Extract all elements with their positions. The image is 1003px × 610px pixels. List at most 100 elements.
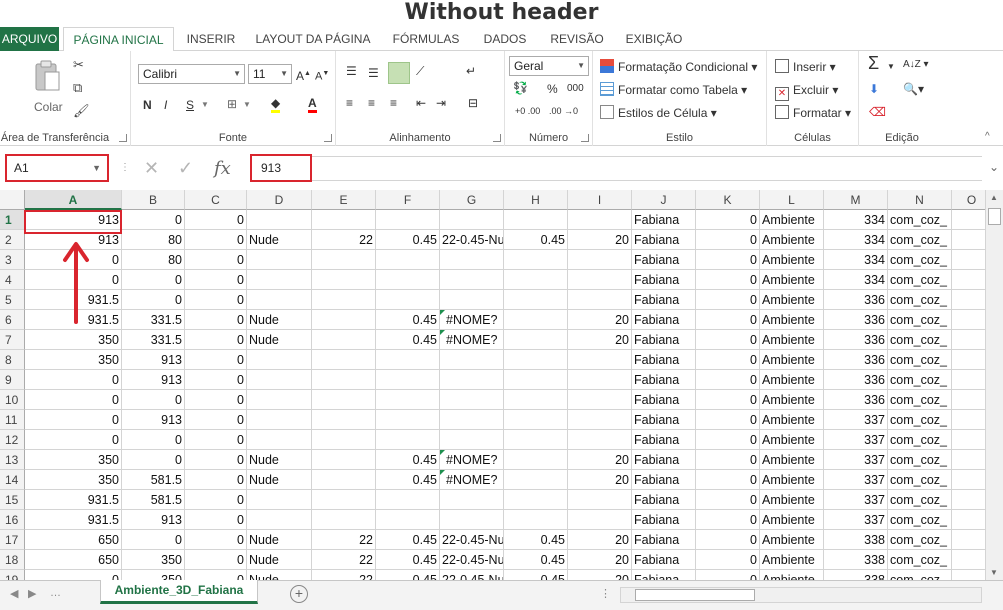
cell-j1[interactable]: Fabiana [632, 210, 696, 230]
format-painter-icon[interactable]: 🖌 [73, 103, 90, 119]
cell-k14[interactable]: 0 [696, 470, 760, 490]
cell-k17[interactable]: 0 [696, 530, 760, 550]
cell-m11[interactable]: 337 [824, 410, 888, 430]
cell-e5[interactable] [312, 290, 376, 310]
cell-n6[interactable]: com_coz_ [888, 310, 952, 330]
cell-o4[interactable] [952, 270, 985, 290]
sheet-tab[interactable]: Ambiente_3D_Fabiana [100, 580, 258, 604]
increase-decimal-icon[interactable]: +0 .00 [515, 103, 540, 119]
cell-l14[interactable]: Ambiente [760, 470, 824, 490]
cell-j11[interactable]: Fabiana [632, 410, 696, 430]
horizontal-scrollbar[interactable] [620, 587, 982, 603]
cell-a9[interactable]: 0 [25, 370, 122, 390]
cell-a19[interactable]: 0 [25, 570, 122, 580]
cell-n7[interactable]: com_coz_ [888, 330, 952, 350]
formula-input-extension[interactable] [312, 156, 982, 181]
cell-l1[interactable]: Ambiente [760, 210, 824, 230]
cell-f3[interactable] [376, 250, 440, 270]
column-header-f[interactable]: F [376, 190, 440, 210]
cell-l9[interactable]: Ambiente [760, 370, 824, 390]
cell-o18[interactable] [952, 550, 985, 570]
cell-a17[interactable]: 650 [25, 530, 122, 550]
cell-o6[interactable] [952, 310, 985, 330]
cell-h18[interactable]: 0.45 [504, 550, 568, 570]
cut-icon[interactable]: ✂ [73, 57, 84, 73]
cell-d14[interactable]: Nude [247, 470, 312, 490]
cell-c16[interactable]: 0 [185, 510, 247, 530]
cell-g18[interactable]: 22-0.45-Nu [440, 550, 504, 570]
cell-c14[interactable]: 0 [185, 470, 247, 490]
cell-c8[interactable]: 0 [185, 350, 247, 370]
vertical-scrollbar[interactable]: ▲ ▼ [985, 190, 1003, 580]
column-header-m[interactable]: M [824, 190, 888, 210]
tab-arquivo[interactable]: ARQUIVO [0, 27, 59, 51]
cell-l7[interactable]: Ambiente [760, 330, 824, 350]
row-header[interactable]: 6 [0, 310, 25, 330]
cell-e10[interactable] [312, 390, 376, 410]
cell-g1[interactable] [440, 210, 504, 230]
cell-c15[interactable]: 0 [185, 490, 247, 510]
tab-layout-da-pagina[interactable]: LAYOUT DA PÁGINA [248, 27, 378, 51]
fill-color-icon[interactable]: ◆ [271, 95, 281, 113]
cell-h17[interactable]: 0.45 [504, 530, 568, 550]
cell-f18[interactable]: 0.45 [376, 550, 440, 570]
column-header-k[interactable]: K [696, 190, 760, 210]
cell-i1[interactable] [568, 210, 632, 230]
cell-i4[interactable] [568, 270, 632, 290]
cell-g16[interactable] [440, 510, 504, 530]
cell-a16[interactable]: 931.5 [25, 510, 122, 530]
cell-f10[interactable] [376, 390, 440, 410]
chevron-down-icon[interactable]: ▼ [201, 97, 209, 113]
cell-e8[interactable] [312, 350, 376, 370]
cell-k8[interactable]: 0 [696, 350, 760, 370]
cell-c10[interactable]: 0 [185, 390, 247, 410]
cell-e9[interactable] [312, 370, 376, 390]
conditional-formatting-button[interactable]: Formatação Condicional ▾ [600, 59, 757, 75]
cell-f14[interactable]: 0.45 [376, 470, 440, 490]
cell-n5[interactable]: com_coz_ [888, 290, 952, 310]
row-header[interactable]: 12 [0, 430, 25, 450]
row-header[interactable]: 1 [0, 210, 25, 230]
underline-button[interactable]: S [186, 97, 194, 113]
percent-button[interactable]: % [547, 81, 558, 97]
cell-i14[interactable]: 20 [568, 470, 632, 490]
cell-d9[interactable] [247, 370, 312, 390]
align-top-icon[interactable]: ☰ [346, 63, 357, 79]
cell-m9[interactable]: 336 [824, 370, 888, 390]
font-size-select[interactable]: 11 ▼ [248, 64, 292, 84]
cell-i18[interactable]: 20 [568, 550, 632, 570]
cell-k15[interactable]: 0 [696, 490, 760, 510]
row-header[interactable]: 15 [0, 490, 25, 510]
cell-d7[interactable]: Nude [247, 330, 312, 350]
cell-b4[interactable]: 0 [122, 270, 185, 290]
cell-d5[interactable] [247, 290, 312, 310]
cell-d13[interactable]: Nude [247, 450, 312, 470]
cell-i13[interactable]: 20 [568, 450, 632, 470]
cell-g4[interactable] [440, 270, 504, 290]
cell-e18[interactable]: 22 [312, 550, 376, 570]
add-sheet-icon[interactable]: + [290, 585, 308, 603]
cell-n18[interactable]: com_coz_ [888, 550, 952, 570]
cell-h12[interactable] [504, 430, 568, 450]
cell-h15[interactable] [504, 490, 568, 510]
cell-i19[interactable]: 20 [568, 570, 632, 580]
currency-icon[interactable]: 💱 [513, 80, 528, 96]
cell-h2[interactable]: 0.45 [504, 230, 568, 250]
cell-o1[interactable] [952, 210, 985, 230]
cell-b11[interactable]: 913 [122, 410, 185, 430]
chevron-down-icon[interactable]: ▼ [887, 59, 895, 75]
cell-c3[interactable]: 0 [185, 250, 247, 270]
clipboard-launcher-icon[interactable] [119, 134, 127, 142]
cell-m18[interactable]: 338 [824, 550, 888, 570]
cell-b18[interactable]: 350 [122, 550, 185, 570]
cell-g9[interactable] [440, 370, 504, 390]
cell-a1[interactable]: 913 [25, 210, 122, 230]
cell-j3[interactable]: Fabiana [632, 250, 696, 270]
cell-d6[interactable]: Nude [247, 310, 312, 330]
cell-n9[interactable]: com_coz_ [888, 370, 952, 390]
cell-c19[interactable]: 0 [185, 570, 247, 580]
cell-styles-button[interactable]: Estilos de Célula ▾ [600, 105, 717, 121]
cell-a18[interactable]: 650 [25, 550, 122, 570]
cell-g6[interactable]: #NOME? [440, 310, 504, 330]
cell-o5[interactable] [952, 290, 985, 310]
